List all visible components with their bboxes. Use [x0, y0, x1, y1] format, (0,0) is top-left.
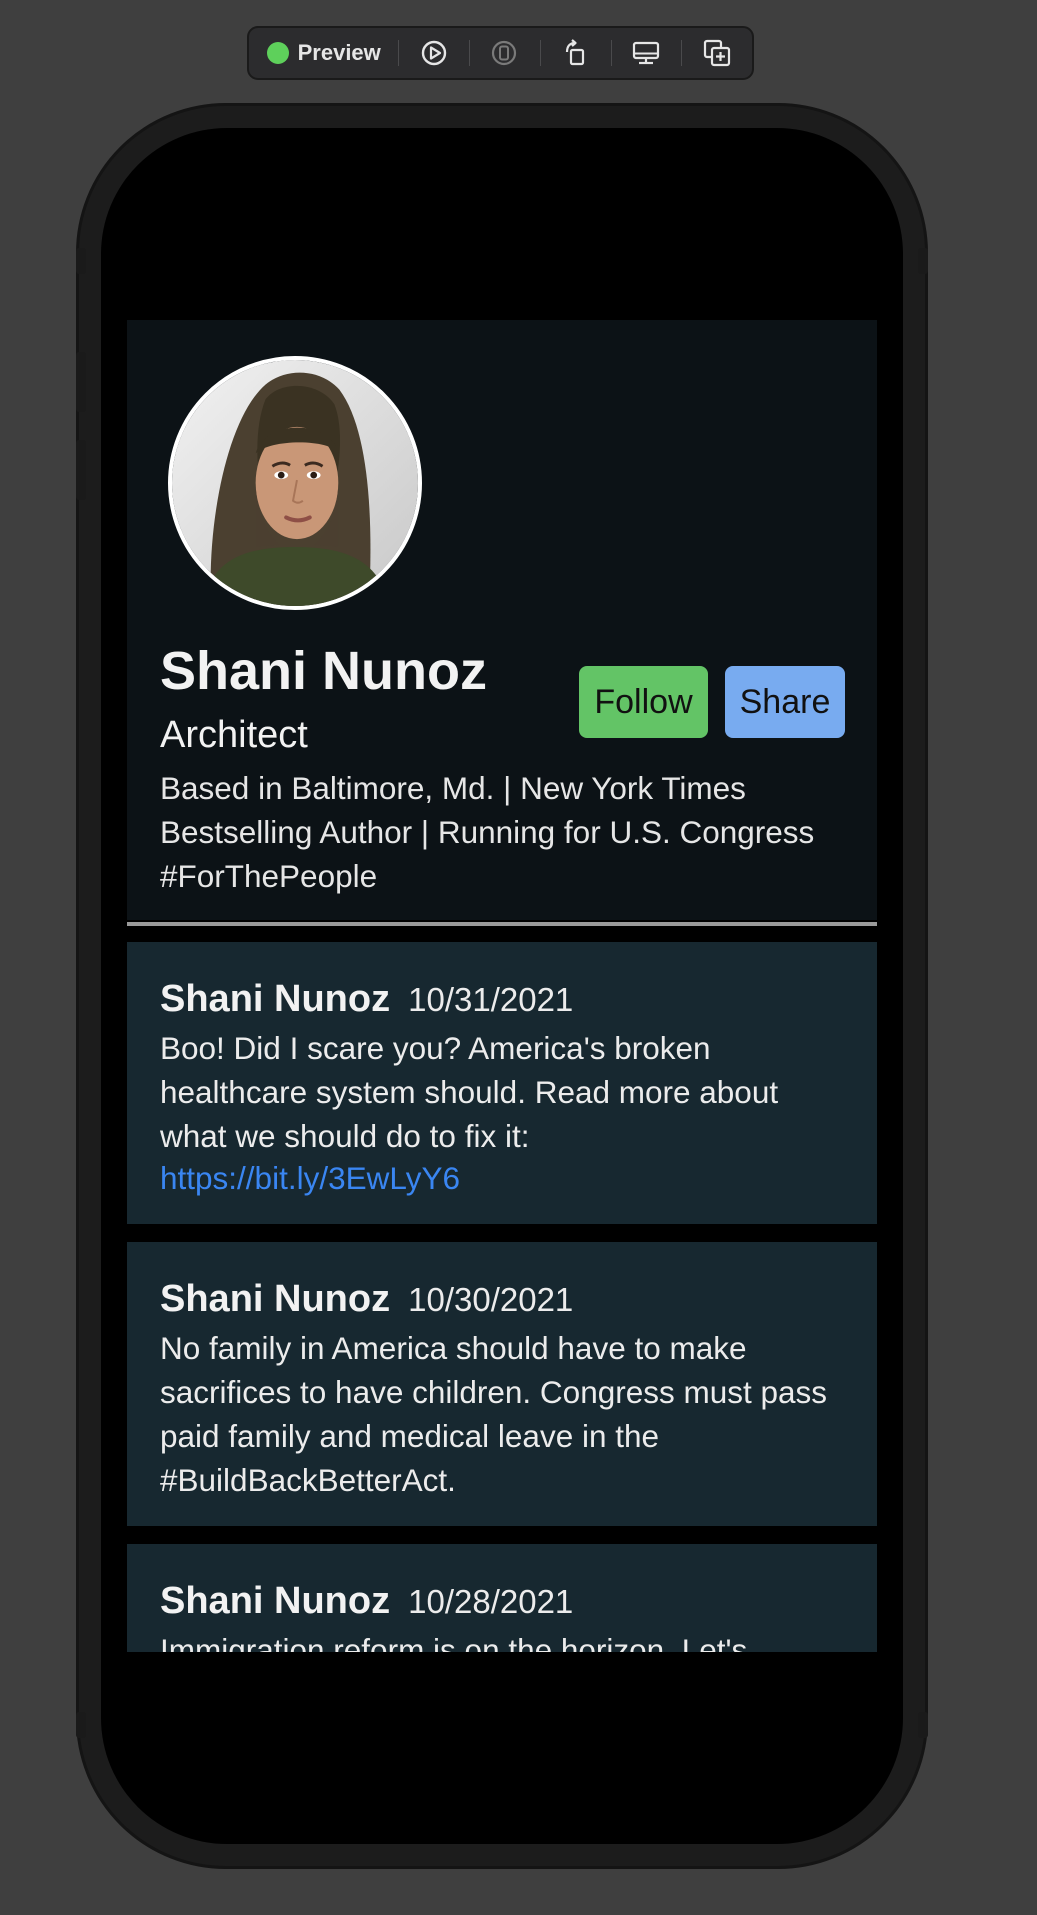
duplicate-icon [703, 39, 730, 67]
profile-title: Architect [160, 714, 308, 756]
profile-divider [127, 922, 877, 926]
post-link[interactable]: https://bit.ly/3EwLyY6 [160, 1158, 853, 1198]
post-author: Shani Nunoz [160, 1580, 391, 1622]
post-header: Shani Nunoz 10/31/2021 [160, 978, 853, 1026]
device-side-button [76, 440, 86, 500]
device-side-button [76, 248, 86, 274]
device-screen: Shani Nunoz Architect Based in Baltimore… [101, 128, 903, 1844]
live-preview-button[interactable] [398, 28, 469, 78]
device-side-button [76, 1712, 86, 1738]
post-header: Shani Nunoz 10/30/2021 [160, 1278, 853, 1326]
preview-label: Preview [297, 40, 381, 65]
post-header: Shani Nunoz 10/28/2021 [160, 1580, 853, 1628]
post-author: Shani Nunoz [160, 1278, 391, 1320]
live-play-icon [421, 40, 446, 66]
device-select-icon [492, 40, 517, 66]
duplicate-button[interactable] [681, 28, 752, 78]
device-side-button [918, 248, 928, 274]
post-text: No family in America should have to make… [160, 1330, 828, 1498]
preview-toolbar: Preview [247, 26, 754, 80]
post-author: Shani Nunoz [160, 978, 391, 1020]
device-side-button [76, 352, 86, 412]
posts-feed[interactable]: Shani Nunoz 10/31/2021 Boo! Did I scare … [127, 942, 877, 1652]
post-text: Boo! Did I scare you? America's broken h… [160, 1030, 779, 1154]
rotate-button[interactable] [539, 28, 611, 78]
preview-status-button[interactable]: Preview [249, 28, 398, 78]
rotate-icon [566, 39, 585, 66]
avatar-photo [172, 360, 418, 606]
post-text: Immigration reform is on the horizon. Le… [160, 1632, 748, 1652]
post-date: 10/31/2021 [408, 981, 574, 1018]
preview-status-dot [266, 42, 289, 64]
device-settings-icon [632, 41, 660, 65]
profile-name: Shani Nunoz [160, 641, 487, 701]
post-card[interactable]: Shani Nunoz 10/30/2021 No family in Amer… [127, 1242, 877, 1526]
profile-header: Shani Nunoz Architect Based in Baltimore… [127, 320, 877, 920]
post-card[interactable]: Shani Nunoz 10/28/2021 Immigration refor… [127, 1544, 877, 1652]
post-date: 10/30/2021 [408, 1281, 574, 1318]
share-button[interactable]: Share [725, 666, 845, 738]
profile-app[interactable]: Shani Nunoz Architect Based in Baltimore… [127, 320, 877, 1652]
profile-bio: Based in Baltimore, Md. | New York Times… [160, 770, 815, 894]
follow-button[interactable]: Follow [579, 666, 708, 738]
device-side-button [918, 1712, 928, 1738]
post-card[interactable]: Shani Nunoz 10/31/2021 Boo! Did I scare … [127, 942, 877, 1224]
avatar [168, 356, 422, 610]
device-settings-button[interactable] [610, 28, 682, 78]
device-select-button[interactable] [469, 28, 540, 78]
post-date: 10/28/2021 [408, 1583, 574, 1620]
